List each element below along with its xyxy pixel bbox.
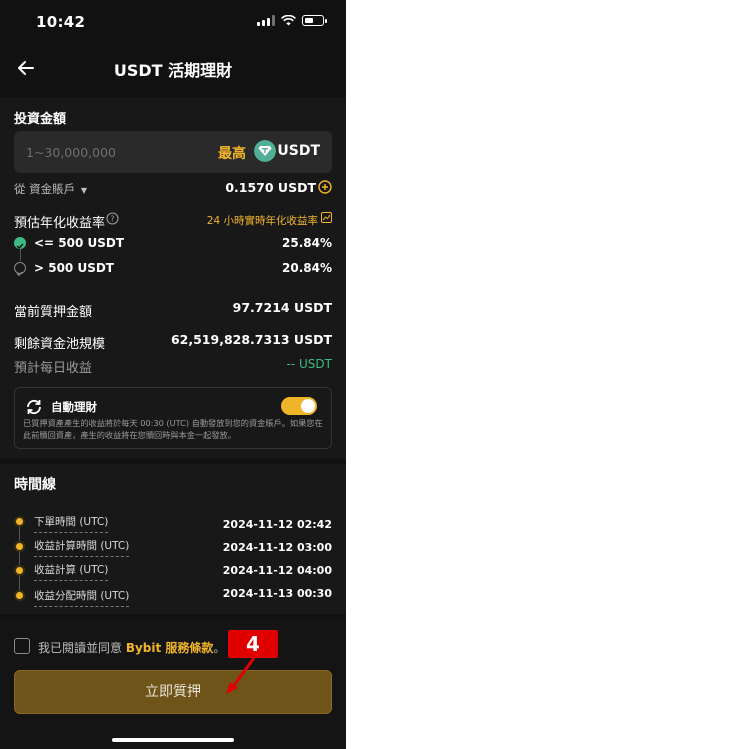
realtime-apr-link[interactable]: 24 小時實時年化收益率 bbox=[207, 213, 318, 228]
phone-screen: 10:42 USDT 活期理財 投資金額 1~30,000,000 最高 USD… bbox=[0, 0, 346, 749]
auto-invest-description: 已質押資產產生的收益將於每天 00:30 (UTC) 自動發放到您的資金賬戶。如… bbox=[23, 418, 323, 440]
invest-card: 投資金額 1~30,000,000 最高 USDT 從 資金賬戶 ▼ 0.157… bbox=[0, 97, 346, 459]
info-icon[interactable]: ? bbox=[106, 212, 119, 225]
pool-remaining-value: 62,519,828.7313 USDT bbox=[170, 332, 332, 347]
svg-text:?: ? bbox=[110, 215, 114, 224]
timeline-dot bbox=[16, 592, 23, 599]
nav-bar: USDT 活期理財 bbox=[0, 44, 346, 92]
auto-refresh-icon bbox=[27, 399, 41, 415]
max-button[interactable]: 最高 bbox=[218, 143, 246, 163]
invest-amount-label: 投資金額 bbox=[14, 112, 67, 127]
chart-icon[interactable] bbox=[321, 212, 332, 223]
from-account-select[interactable]: 從 資金賬戶 ▼ bbox=[14, 181, 87, 197]
timeline-line bbox=[19, 524, 20, 599]
wifi-icon bbox=[281, 15, 296, 26]
auto-invest-title: 自動理財 bbox=[51, 400, 97, 414]
auto-invest-toggle[interactable] bbox=[281, 397, 317, 415]
current-stake-label: 當前質押金額 bbox=[14, 305, 93, 320]
daily-earnings-label: 預計每日收益 bbox=[14, 361, 93, 376]
caret-down-icon: ▼ bbox=[80, 186, 87, 195]
status-icons bbox=[257, 15, 327, 26]
timeline-item-value: 2024-11-12 04:00 bbox=[222, 564, 332, 577]
terms-suffix: 。 bbox=[213, 641, 226, 655]
terms-link[interactable]: Bybit 服務條款 bbox=[126, 641, 214, 655]
currency-unit: USDT bbox=[277, 143, 320, 159]
stake-now-button[interactable]: 立即質押 bbox=[14, 670, 332, 714]
battery-icon bbox=[302, 15, 327, 26]
amount-input[interactable]: 1~30,000,000 最高 USDT bbox=[14, 131, 332, 173]
step-number-badge: 4 bbox=[228, 630, 278, 658]
current-stake-value: 97.7214 USDT bbox=[232, 300, 332, 315]
timeline-item-value: 2024-11-12 02:42 bbox=[222, 518, 332, 531]
timeline-item-value: 2024-11-12 03:00 bbox=[222, 541, 332, 554]
timeline-dot bbox=[16, 543, 23, 550]
tier-active-check-icon bbox=[14, 237, 26, 250]
tier-label: <= 500 USDT bbox=[34, 236, 125, 250]
annotation-arrow-icon bbox=[226, 657, 256, 694]
timeline-item-label: 收益計算 (UTC) bbox=[34, 562, 109, 581]
status-time: 10:42 bbox=[36, 13, 86, 31]
status-bar: 10:42 bbox=[0, 0, 346, 44]
daily-earnings-value: -- USDT bbox=[286, 357, 332, 371]
terms-prefix: 我已閱讀並同意 bbox=[38, 641, 126, 655]
available-balance: 0.1570 USDT bbox=[225, 180, 316, 195]
home-indicator bbox=[112, 738, 234, 742]
auto-invest-box: 自動理財 已質押資產產生的收益將於每天 00:30 (UTC) 自動發放到您的資… bbox=[14, 387, 332, 449]
tier-value: 25.84% bbox=[282, 236, 332, 250]
usdt-coin-icon bbox=[254, 140, 276, 162]
tier-label: > 500 USDT bbox=[34, 261, 114, 275]
page-title: USDT 活期理財 bbox=[113, 61, 233, 80]
tier-inactive-check-icon bbox=[14, 262, 26, 277]
cellular-signal-icon bbox=[257, 15, 275, 26]
timeline-item-label: 收益計算時間 (UTC) bbox=[34, 538, 130, 557]
tier-value: 20.84% bbox=[282, 261, 332, 275]
timeline-item-value: 2024-11-13 00:30 bbox=[222, 587, 332, 600]
timeline-item-label: 收益分配時間 (UTC) bbox=[34, 588, 130, 607]
pool-remaining-label: 剩餘資金池規模 bbox=[14, 337, 106, 352]
timeline-item-label: 下單時間 (UTC) bbox=[34, 514, 109, 533]
timeline-title: 時間線 bbox=[14, 477, 56, 493]
timeline-dot bbox=[16, 518, 23, 525]
terms-checkbox[interactable] bbox=[14, 638, 30, 654]
timeline-card: 時間線 下單時間 (UTC) 2024-11-12 02:42 收益計算時間 (… bbox=[0, 464, 346, 614]
add-funds-icon[interactable] bbox=[318, 180, 332, 194]
apr-label: 預估年化收益率 bbox=[14, 216, 106, 231]
timeline-dot bbox=[16, 567, 23, 574]
amount-input-placeholder: 1~30,000,000 bbox=[26, 145, 116, 160]
from-account-label: 從 資金賬戶 bbox=[14, 182, 76, 196]
terms-agreement: 我已閱讀並同意 Bybit 服務條款。 bbox=[38, 639, 225, 656]
